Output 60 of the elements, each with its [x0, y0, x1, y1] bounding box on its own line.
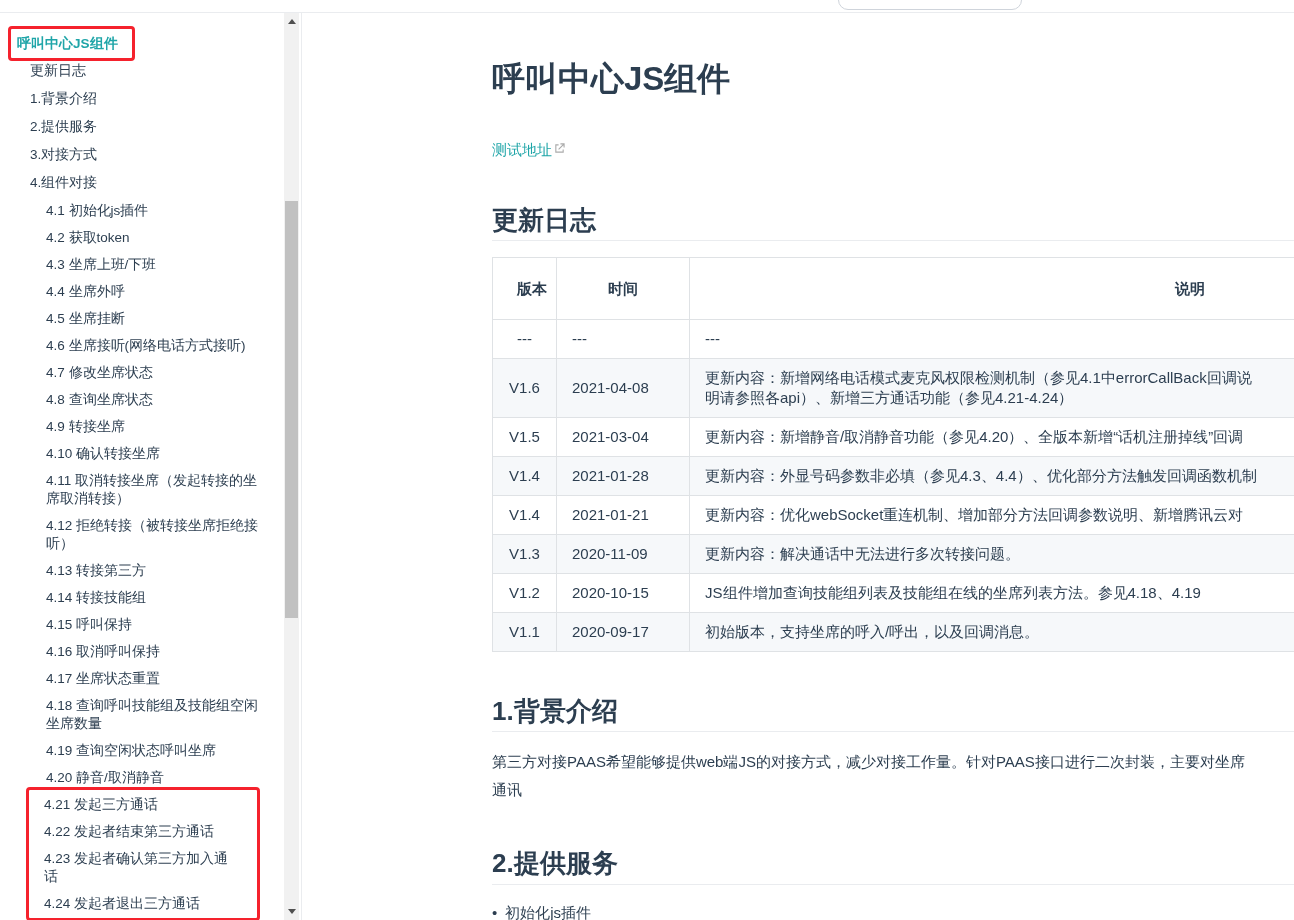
page-title: 呼叫中心JS组件 — [492, 59, 732, 99]
sidebar-link[interactable]: 1.背景介绍 — [30, 85, 260, 113]
sidebar-link[interactable]: 4.组件对接 — [30, 169, 260, 197]
section-heading: 1.背景介绍 — [492, 696, 1294, 733]
sidebar-link[interactable]: 4.19 查询空闲状态呼叫坐席 — [46, 737, 260, 764]
table-cell: --- — [492, 319, 557, 359]
sidebar-link[interactable]: 4.11 取消转接坐席（发起转接的坐席取消转接） — [46, 467, 260, 512]
sidebar-link[interactable]: 4.15 呼叫保持 — [46, 611, 260, 638]
sidebar-link[interactable]: 4.24 发起者退出三方通话 — [44, 890, 231, 917]
scroll-up-icon[interactable] — [287, 19, 296, 24]
table-cell: 2021-03-04 — [556, 417, 690, 457]
section-heading: 更新日志 — [492, 205, 1294, 242]
sidebar-link[interactable]: 4.8 查询坐席状态 — [46, 386, 260, 413]
sidebar-link[interactable]: 4.6 坐席接听(网络电话方式接听) — [46, 332, 260, 359]
sidebar-link[interactable]: 4.2 获取token — [46, 224, 260, 251]
column-header: 版本 — [492, 257, 557, 320]
external-link-icon — [554, 142, 565, 154]
sidebar-link[interactable]: 4.22 发起者结束第三方通话 — [44, 818, 231, 845]
column-header: 说明 — [689, 257, 1294, 320]
table-cell: 2021-01-21 — [556, 495, 690, 535]
sidebar-link[interactable]: 4.9 转接坐席 — [46, 413, 260, 440]
scroll-down-icon[interactable] — [287, 909, 296, 914]
sidebar-link[interactable]: 4.21 发起三方通话 — [44, 791, 231, 818]
table-cell: V1.3 — [492, 534, 557, 574]
paragraph: 第三方对接PAAS希望能够提供web端JS的对接方式，减少对接工作量。针对PAAS接口进行二次封装，主要对坐席 通讯 — [492, 752, 1246, 801]
sidebar-link[interactable]: 4.17 坐席状态重置 — [46, 665, 260, 692]
table-cell: V1.5 — [492, 417, 557, 457]
table-cell: V1.4 — [492, 495, 557, 535]
sidebar-link[interactable]: 4.5 坐席挂断 — [46, 305, 260, 332]
column-header: 时间 — [556, 257, 690, 320]
sidebar-link[interactable]: 4.13 转接第三方 — [46, 557, 260, 584]
sidebar-link[interactable]: 4.23 发起者确认第三方加入通话 — [44, 845, 231, 890]
table-cell: 2020-09-17 — [556, 612, 690, 652]
sidebar-link[interactable]: 4.10 确认转接坐席 — [46, 440, 260, 467]
table-cell: V1.1 — [492, 612, 557, 652]
sidebar-link[interactable]: 3.对接方式 — [30, 141, 260, 169]
table-cell: V1.6 — [492, 358, 557, 418]
sidebar-link[interactable]: 2.提供服务 — [30, 113, 260, 141]
table-cell: 2021-01-28 — [556, 456, 690, 496]
scrollbar-thumb[interactable] — [285, 201, 298, 618]
table-cell: V1.4 — [492, 456, 557, 496]
sidebar-link[interactable]: 4.7 修改坐席状态 — [46, 359, 260, 386]
sidebar-link[interactable]: 4.1 初始化js插件 — [46, 197, 260, 224]
sidebar-link[interactable]: 4.18 查询呼叫技能组及技能组空闲坐席数量 — [46, 692, 260, 737]
sidebar-link[interactable]: 4.3 坐席上班/下班 — [46, 251, 260, 278]
table-cell: --- — [556, 319, 690, 359]
section-heading: 2.提供服务 — [492, 848, 1294, 885]
table-cell: 2020-11-09 — [556, 534, 690, 574]
scrollbar[interactable] — [284, 13, 299, 920]
sidebar-link[interactable]: 4.16 取消呼叫保持 — [46, 638, 260, 665]
sidebar-link[interactable]: 更新日志 — [30, 57, 260, 85]
bullet-mark: • — [492, 902, 498, 920]
sidebar-link[interactable]: 4.12 拒绝转接（被转接坐席拒绝接听） — [46, 512, 260, 557]
table-cell: 2021-04-08 — [556, 358, 690, 418]
sidebar-link[interactable]: 4.14 转接技能组 — [46, 584, 260, 611]
sidebar-link[interactable]: 4.4 坐席外呼 — [46, 278, 260, 305]
table-cell: 2020-10-15 — [556, 573, 690, 613]
table-cell: V1.2 — [492, 573, 557, 613]
sidebar-link[interactable]: 4.20 静音/取消静音 — [46, 764, 260, 791]
list-item: 初始化js插件 — [505, 902, 592, 920]
